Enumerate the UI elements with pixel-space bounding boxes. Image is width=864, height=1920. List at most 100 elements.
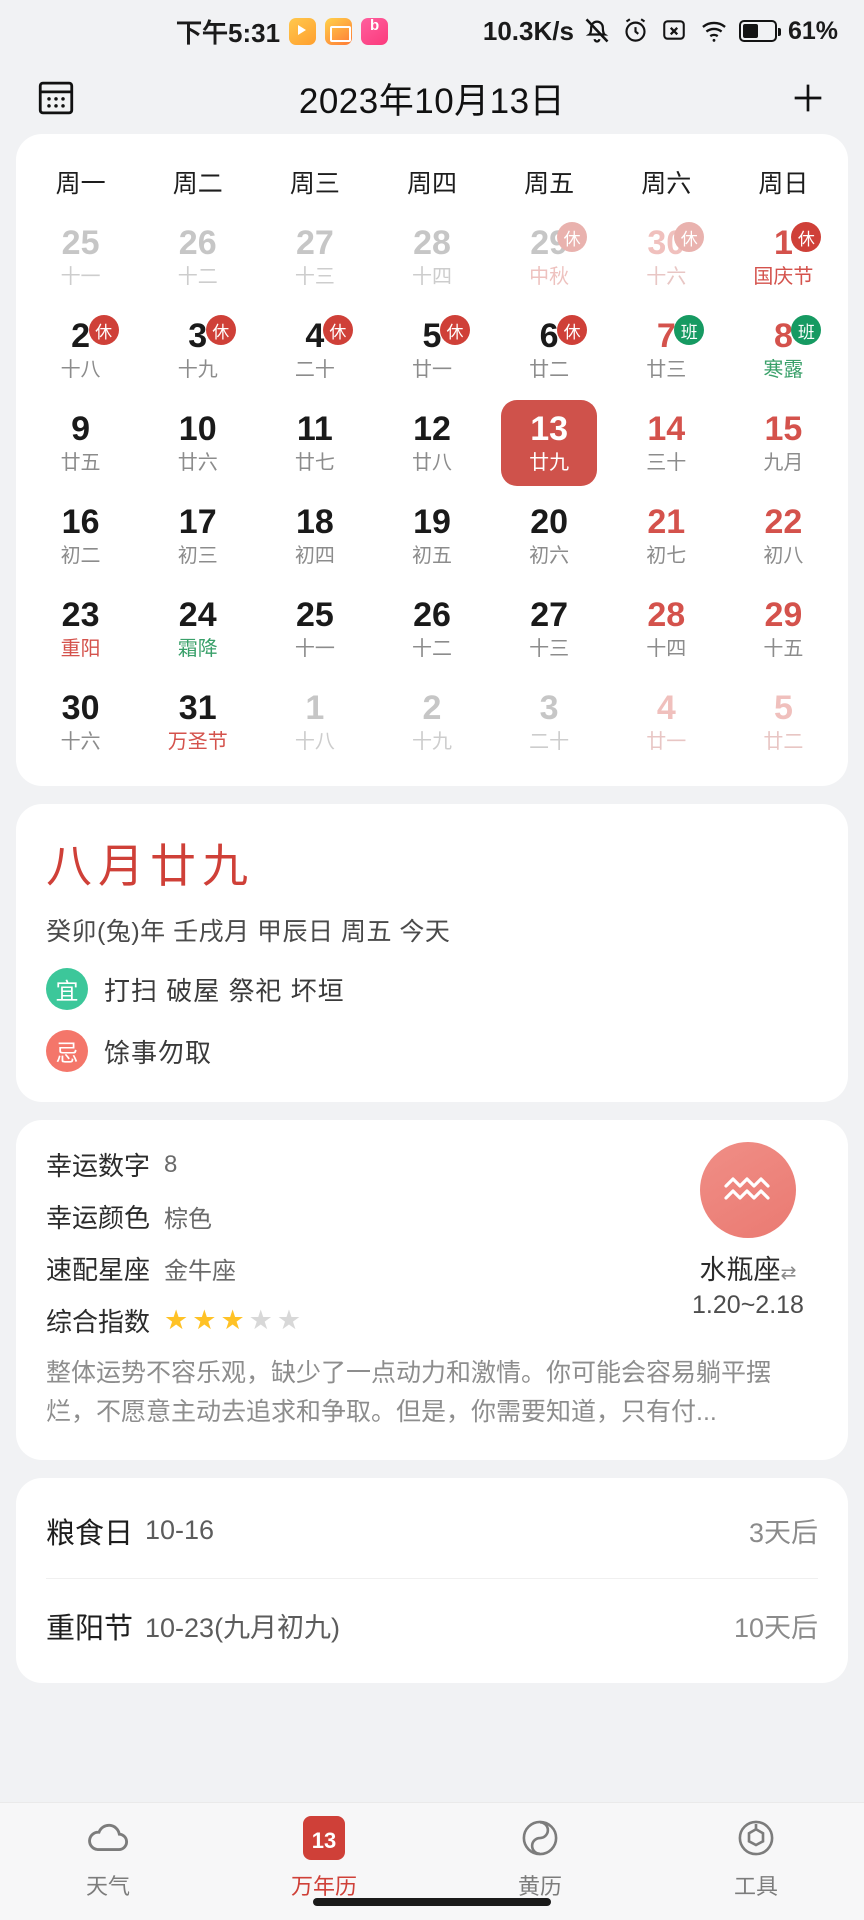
network-speed: 10.3K/s: [482, 15, 574, 46]
day-number: 25: [61, 224, 100, 263]
day-lunar-label: 十六: [60, 730, 101, 753]
calendar-day-cell[interactable]: 12 廿八: [373, 396, 490, 489]
calendar-day-cell[interactable]: 5 廿二: [725, 675, 842, 768]
calendar-day-cell[interactable]: 2 十九: [373, 675, 490, 768]
day-number: 24: [178, 596, 217, 635]
rating-star: ★: [248, 1305, 273, 1335]
festival-date: 10-23(九月初九): [145, 1613, 341, 1643]
day-number: 1: [773, 224, 793, 263]
festival-row[interactable]: 重阳节 10-23(九月初九) 10天后: [46, 1577, 818, 1673]
zodiac-name-row: 水瓶座⇄: [678, 1248, 818, 1287]
app-screen: 下午5:31 10.3K/s: [0, 0, 864, 1920]
calendar-day-cell[interactable]: 9 廿五: [22, 396, 139, 489]
work-day-badge: 班: [791, 315, 822, 345]
calendar-day-cell[interactable]: 28 十四: [373, 210, 490, 303]
ji-row: 忌 馀事勿取: [46, 1030, 818, 1072]
calendar-day-cell[interactable]: 10 廿六: [139, 396, 256, 489]
day-lunar-label: 万圣节: [167, 730, 228, 753]
calendar-day-cell[interactable]: 24 霜降: [139, 582, 256, 675]
day-lunar-label: 初五: [411, 544, 452, 567]
day-number: 11: [296, 410, 333, 449]
calendar-day-cell[interactable]: 21 初七: [608, 489, 725, 582]
day-lunar-label: 初六: [529, 544, 570, 567]
calendar-day-cell[interactable]: 31 万圣节: [139, 675, 256, 768]
calendar-day-cell[interactable]: 休 4 二十: [256, 303, 373, 396]
calendar-day-cell[interactable]: 26 十二: [139, 210, 256, 303]
calendar-icon-day: 13: [311, 1828, 337, 1853]
nav-label: 黄历: [517, 1874, 562, 1899]
calendar-day-cell[interactable]: 4 廿一: [608, 675, 725, 768]
calendar-day-cell[interactable]: 休 29 中秋: [491, 210, 608, 303]
calendar-day-cell[interactable]: 16 初二: [22, 489, 139, 582]
day-number: 14: [647, 410, 686, 449]
plus-icon[interactable]: [782, 72, 834, 124]
lunar-info-card[interactable]: 八月廿九 癸卯(兔)年 壬戌月 甲辰日 周五 今天 宜 打扫 破屋 祭祀 坏垣 …: [16, 804, 848, 1102]
calendar-day-cell[interactable]: 3 二十: [491, 675, 608, 768]
festival-row[interactable]: 粮食日 10-16 3天后: [46, 1484, 818, 1578]
nav-item-almanac[interactable]: 黄历: [432, 1815, 648, 1901]
calendar-grid-icon[interactable]: [30, 72, 82, 124]
calendar-day-cell[interactable]: 18 初四: [256, 489, 373, 582]
calendar-day-cell[interactable]: 29 十五: [725, 582, 842, 675]
home-indicator: [313, 1898, 551, 1906]
day-number: 23: [61, 596, 100, 635]
calendar-day-cell[interactable]: 班 7 廿三: [608, 303, 725, 396]
nav-item-calendar[interactable]: 13 万年历: [216, 1815, 432, 1901]
calendar-day-cell[interactable]: 13 廿九: [491, 396, 608, 489]
cloud-icon: [85, 1815, 131, 1861]
almanac-icon: [519, 1815, 561, 1861]
battery-icon: [738, 20, 781, 42]
day-number: 5: [422, 317, 442, 356]
day-lunar-label: 十三: [294, 265, 335, 288]
calendar-day-cell[interactable]: 休 1 国庆节: [725, 210, 842, 303]
calendar-day-cell[interactable]: 休 6 廿二: [491, 303, 608, 396]
day-number: 4: [305, 317, 325, 356]
calendar-day-cell[interactable]: 28 十四: [608, 582, 725, 675]
horoscope-card[interactable]: 幸运数字 8 幸运颜色 棕色 速配星座 金牛座 综合指数 ★ ★ ★ ★ ★ 水瓶座⇄: [16, 1120, 848, 1460]
yi-text: 打扫 破屋 祭祀 坏垣: [104, 975, 345, 1006]
calendar-day-cell[interactable]: 休 3 十九: [139, 303, 256, 396]
festival-card: 粮食日 10-16 3天后 重阳节 10-23(九月初九) 10天后: [16, 1477, 848, 1683]
day-lunar-label: 初四: [294, 544, 335, 567]
calendar-day-cell[interactable]: 15 九月: [725, 396, 842, 489]
nav-item-tools[interactable]: 工具: [648, 1815, 864, 1901]
calendar-day-cell[interactable]: 1 十八: [256, 675, 373, 768]
nav-label: 万年历: [290, 1874, 357, 1899]
nav-item-weather[interactable]: 天气: [0, 1815, 216, 1901]
rest-day-badge: 休: [791, 222, 822, 252]
rating-star: ★: [192, 1305, 217, 1335]
calendar-day-cell[interactable]: 25 十一: [256, 582, 373, 675]
day-lunar-label: 十一: [60, 265, 101, 288]
calendar-day-cell[interactable]: 26 十二: [373, 582, 490, 675]
festival-countdown: 3天后: [748, 1518, 818, 1548]
calendar-day-cell[interactable]: 11 廿七: [256, 396, 373, 489]
day-number: 2: [71, 317, 91, 356]
day-number: 1: [305, 689, 325, 728]
swap-icon[interactable]: ⇄: [781, 1263, 797, 1284]
calendar-day-cell[interactable]: 班 8 寒露: [725, 303, 842, 396]
calendar-day-cell[interactable]: 20 初六: [491, 489, 608, 582]
day-number: 18: [295, 503, 334, 542]
calendar-day-cell[interactable]: 27 十三: [256, 210, 373, 303]
day-number: 2: [422, 689, 442, 728]
day-number: 12: [413, 410, 451, 449]
alarm-icon: [622, 17, 650, 45]
calendar-day-cell[interactable]: 23 重阳: [22, 582, 139, 675]
day-number: 7: [656, 317, 676, 356]
day-number: 4: [656, 689, 676, 728]
rest-day-badge: 休: [557, 222, 588, 252]
calendar-day-cell[interactable]: 休 2 十八: [22, 303, 139, 396]
calendar-day-cell[interactable]: 17 初三: [139, 489, 256, 582]
calendar-day-cell[interactable]: 22 初八: [725, 489, 842, 582]
calendar-day-cell[interactable]: 14 三十: [608, 396, 725, 489]
calendar-day-cell[interactable]: 19 初五: [373, 489, 490, 582]
calendar-day-cell[interactable]: 休 5 廿一: [373, 303, 490, 396]
zodiac-dates: 1.20~2.18: [692, 1291, 804, 1319]
calendar-day-cell[interactable]: 30 十六: [22, 675, 139, 768]
calendar-day-cell[interactable]: 休 30 十六: [608, 210, 725, 303]
calendar-day-cell[interactable]: 27 十三: [491, 582, 608, 675]
calendar-day-cell[interactable]: 25 十一: [22, 210, 139, 303]
day-lunar-label: 寒露: [763, 358, 804, 381]
day-lunar-label: 十四: [646, 637, 687, 660]
zodiac-block[interactable]: 水瓶座⇄ 1.20~2.18: [678, 1142, 818, 1320]
